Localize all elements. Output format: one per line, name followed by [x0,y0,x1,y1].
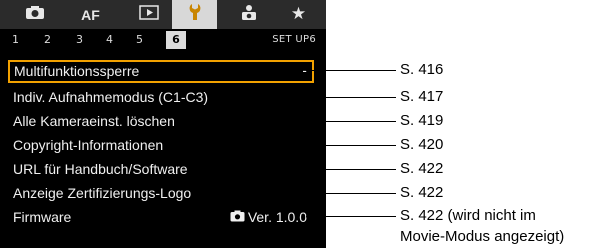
menu-item-manual-url[interactable]: URL für Handbuch/Software [8,160,314,180]
tab-my-menu[interactable]: ★ [276,0,321,29]
menu-item-label: Copyright-Informationen [13,137,164,153]
tab-playback[interactable] [126,0,171,29]
subtab-3[interactable]: 3 [76,33,83,46]
subtab-4[interactable]: 4 [106,33,113,46]
menu-item-label: Indiv. Aufnahmemodus (C1-C3) [13,89,209,105]
menu-item-multifunction-lock[interactable]: Multifunktionssperre - [8,60,314,83]
callout-line [308,169,396,170]
menu-item-label: Anzeige Zertifizierungs-Logo [13,185,192,201]
page-ref-note: Movie-Modus angezeigt) [400,228,565,245]
camera-menu-panel: AF ★ 1 2 3 4 5 6 SET UP6 Multifunktionss… [0,0,326,248]
tab-setup[interactable] [172,0,217,29]
page-ref: S. 422 (wird nicht im [400,207,536,224]
firmware-version: Ver. 1.0.0 [247,209,307,225]
subtab-6[interactable]: 6 [166,31,186,49]
page-ref: S. 416 [400,61,444,78]
menu-item-copyright[interactable]: Copyright-Informationen [8,136,314,156]
menu-item-custom-shooting-mode[interactable]: Indiv. Aufnahmemodus (C1-C3) [8,88,314,108]
person-camera-icon [239,4,259,26]
subtab-1[interactable]: 1 [12,33,19,46]
page-ref: S. 419 [400,112,444,129]
star-icon: ★ [290,4,307,24]
callout-line [308,216,396,217]
tab-shooting[interactable] [12,0,57,29]
callout-line [308,97,396,98]
subtab-5[interactable]: 5 [136,33,143,46]
callout-line [308,121,396,122]
tab-custom-functions[interactable] [226,0,271,29]
firmware-value: Ver. 1.0.0 [230,209,307,225]
menu-item-label: Firmware [13,209,72,225]
playback-icon [138,4,159,25]
menu-tab-bar: AF ★ [0,0,326,29]
menu-item-label: Alle Kameraeinst. löschen [13,113,175,129]
page-ref: S. 420 [400,136,444,153]
menu-item-certification-logo[interactable]: Anzeige Zertifizierungs-Logo [8,184,314,204]
menu-item-clear-settings[interactable]: Alle Kameraeinst. löschen [8,112,314,132]
subtab-2[interactable]: 2 [44,33,51,46]
menu-item-label: URL für Handbuch/Software [13,161,188,177]
wrench-icon [187,3,203,26]
callout-line [308,145,396,146]
tab-af[interactable]: AF [68,0,113,29]
af-tab-label: AF [81,6,100,23]
menu-item-label: Multifunktionssperre [14,63,140,79]
page-ref: S. 422 [400,184,444,201]
page-ref: S. 422 [400,160,444,177]
camera-icon [230,209,245,225]
callout-line [308,193,396,194]
subtab-row: 1 2 3 4 5 6 SET UP6 [0,29,326,52]
camera-icon [25,5,45,24]
setup-page-label: SET UP6 [272,34,316,45]
menu-item-firmware[interactable]: Firmware Ver. 1.0.0 [8,208,314,228]
page-ref: S. 417 [400,88,444,105]
callout-line [308,70,396,71]
